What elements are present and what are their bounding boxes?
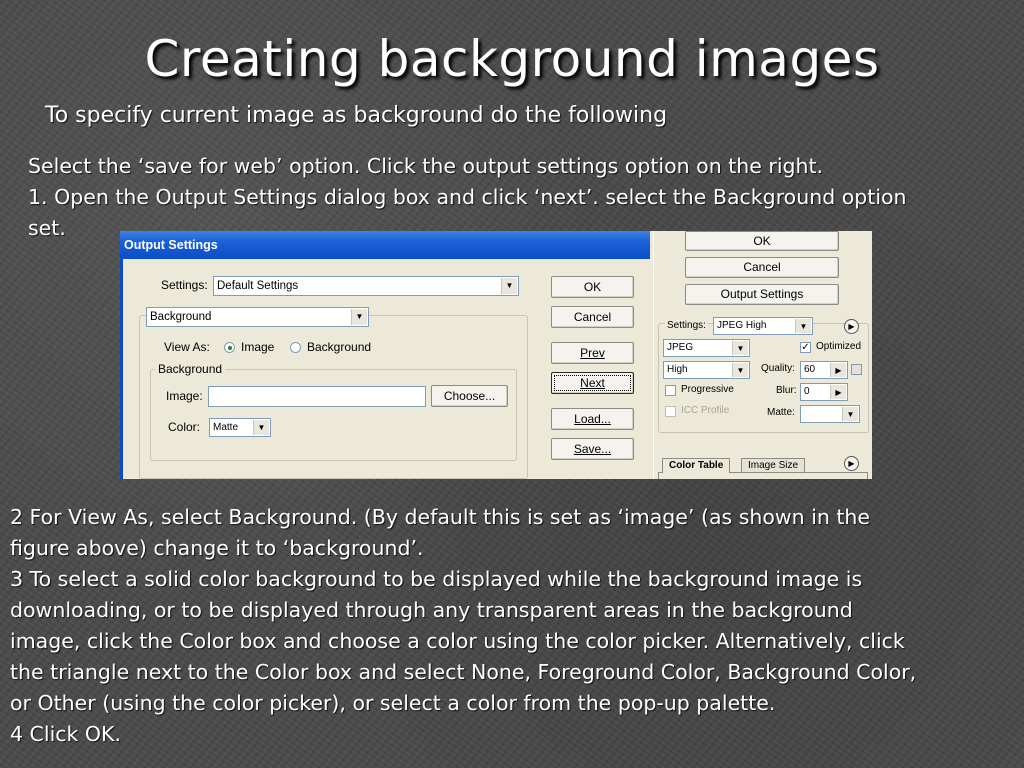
save-button[interactable]: Save...: [551, 438, 634, 460]
blur-label: Blur:: [776, 385, 797, 396]
chevron-down-icon[interactable]: ▼: [501, 278, 517, 294]
chevron-right-icon[interactable]: ▶: [830, 385, 846, 399]
settings-select-value: Default Settings: [217, 280, 299, 292]
progressive-checkbox[interactable]: [665, 385, 676, 396]
panel-settings-label: Settings:: [665, 320, 708, 331]
output-settings-screenshot: Output Settings Settings: Default Settin…: [120, 231, 872, 479]
chevron-down-icon[interactable]: ▼: [842, 407, 858, 421]
section-select[interactable]: Background ▼: [146, 307, 369, 327]
image-label: Image:: [166, 389, 203, 403]
panel-ok-button[interactable]: OK: [685, 231, 839, 251]
settings-select[interactable]: Default Settings ▼: [213, 276, 519, 296]
slide-subtitle: To specify current image as background d…: [45, 103, 668, 128]
chevron-down-icon[interactable]: ▼: [732, 363, 748, 377]
output-settings-dialog: Output Settings Settings: Default Settin…: [120, 231, 650, 479]
background-group: [150, 369, 517, 461]
chevron-down-icon[interactable]: ▼: [732, 341, 748, 355]
chevron-down-icon[interactable]: ▼: [253, 420, 269, 435]
format-select[interactable]: JPEG ▼: [663, 339, 750, 357]
color-table-panel: [658, 472, 868, 479]
load-button[interactable]: Load...: [551, 408, 634, 430]
chevron-down-icon[interactable]: ▼: [795, 319, 811, 333]
color-select[interactable]: Matte ▼: [209, 418, 271, 437]
cancel-button[interactable]: Cancel: [551, 306, 634, 328]
color-select-value: Matte: [213, 422, 239, 433]
intro-line: Select the ‘save for web’ option. Click …: [28, 154, 824, 178]
step-line: downloading, or to be displayed through …: [10, 598, 853, 622]
dialog-title: Output Settings: [120, 231, 650, 259]
steps-paragraph: 2 For View As, select Background. (By de…: [10, 502, 916, 750]
progressive-label: Progressive: [681, 384, 734, 395]
tab-color-table[interactable]: Color Table: [662, 458, 731, 473]
radio-image[interactable]: [224, 342, 235, 353]
radio-background-label: Background: [307, 340, 372, 354]
step-line: figure above) change it to ‘background’.: [10, 536, 424, 560]
prev-button[interactable]: Prev: [551, 342, 634, 364]
step-line: the triangle next to the Color box and s…: [10, 660, 917, 684]
choose-button[interactable]: Choose...: [431, 385, 508, 407]
panel-settings-select[interactable]: JPEG High ▼: [713, 317, 813, 335]
background-group-label: Background: [155, 362, 226, 376]
quality-value: 60: [804, 364, 816, 375]
panel-menu-arrow-icon[interactable]: ▶: [844, 456, 859, 471]
blur-field[interactable]: 0 ▶: [800, 383, 848, 401]
output-settings-button[interactable]: Output Settings: [685, 284, 839, 305]
view-as-label: View As:: [164, 340, 210, 354]
section-select-value: Background: [150, 311, 212, 323]
chevron-down-icon[interactable]: ▼: [351, 309, 367, 325]
format-value: JPEG: [667, 342, 694, 353]
panel-settings-value: JPEG High: [717, 320, 767, 331]
step-line: image, click the Color box and choose a …: [10, 629, 905, 653]
panel-cancel-button[interactable]: Cancel: [685, 257, 839, 278]
matte-label: Matte:: [767, 407, 795, 418]
radio-image-label: Image: [241, 340, 275, 354]
tab-image-size[interactable]: Image Size: [741, 458, 806, 473]
intro-line: 1. Open the Output Settings dialog box a…: [28, 185, 907, 209]
step-line: or Other (using the color picker), or se…: [10, 691, 776, 715]
settings-label: Settings:: [161, 278, 208, 292]
quality-mask-icon[interactable]: [851, 364, 862, 375]
optimized-label: Optimized: [816, 341, 862, 352]
save-for-web-panel: OK Cancel Output Settings Settings: JPEG…: [653, 231, 872, 479]
icc-profile-label: ICC Profile: [681, 405, 730, 416]
blur-value: 0: [804, 386, 810, 397]
chevron-right-icon[interactable]: ▶: [830, 363, 846, 377]
step-line: 4 Click OK.: [10, 722, 122, 746]
step-line: 3 To select a solid color background to …: [10, 567, 863, 591]
quality-field[interactable]: 60 ▶: [800, 361, 848, 379]
ok-button[interactable]: OK: [551, 276, 634, 298]
quality-preset-value: High: [667, 364, 688, 375]
matte-select[interactable]: ▼: [800, 405, 860, 423]
image-path-input[interactable]: [208, 386, 426, 407]
optimized-checkbox[interactable]: ✓: [800, 342, 811, 353]
step-line: 2 For View As, select Background. (By de…: [10, 505, 871, 529]
slide-title: Creating background images: [144, 30, 880, 88]
quality-label: Quality:: [761, 363, 795, 374]
quality-preset-select[interactable]: High ▼: [663, 361, 750, 379]
color-label: Color:: [168, 420, 201, 434]
play-arrow-icon[interactable]: ▶: [844, 319, 859, 334]
icc-profile-checkbox[interactable]: [665, 406, 676, 417]
radio-background[interactable]: [290, 342, 301, 353]
next-button[interactable]: Next: [551, 372, 634, 394]
dialog-border: [120, 259, 123, 479]
